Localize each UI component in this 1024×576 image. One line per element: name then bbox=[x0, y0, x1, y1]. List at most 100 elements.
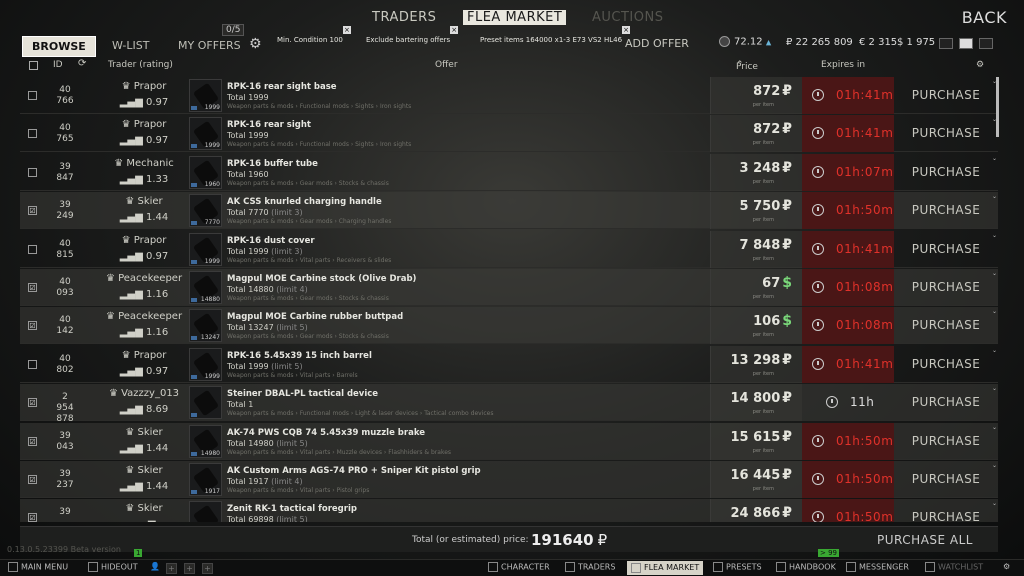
close-icon[interactable]: × bbox=[450, 26, 459, 34]
my-offers-tab[interactable]: MY OFFERS bbox=[178, 39, 241, 52]
row-checkbox[interactable]: ☑ bbox=[28, 398, 37, 408]
row-checkbox[interactable] bbox=[28, 91, 37, 100]
item-thumbnail[interactable]: 14980 bbox=[188, 423, 222, 460]
item-name[interactable]: AK-74 PWS CQB 74 5.45x39 muzzle brake bbox=[227, 428, 425, 438]
table-row[interactable]: 39 847 ♛ Mechanic ▂▄▆ 1.33 1960 RPK-16 buffer… bbox=[20, 153, 998, 191]
item-thumbnail[interactable]: 1999 bbox=[188, 115, 222, 152]
row-select[interactable]: ☑ bbox=[20, 423, 44, 460]
trader-cell[interactable]: ♛ Skier ▂▄▆ bbox=[100, 499, 188, 522]
item-name[interactable]: AK Custom Arms AGS-74 PRO + Sniper Kit p… bbox=[227, 466, 481, 476]
chevron-down-icon[interactable]: ⌄ bbox=[992, 385, 997, 392]
chevron-down-icon[interactable]: ⌄ bbox=[992, 424, 997, 431]
row-checkbox[interactable] bbox=[28, 129, 37, 139]
item-name[interactable]: Magpul MOE Carbine stock (Olive Drab) bbox=[227, 274, 416, 284]
back-button[interactable]: BACK bbox=[962, 8, 1007, 27]
plus-icon[interactable]: + bbox=[166, 563, 177, 574]
item-name[interactable]: RPK-16 rear sight base bbox=[227, 82, 337, 92]
purchase-button[interactable]: PURCHASE bbox=[894, 269, 998, 306]
item-name[interactable]: Zenit RK-1 tactical foregrip bbox=[227, 504, 357, 514]
traders-button[interactable]: TRADERS bbox=[565, 562, 615, 572]
trader-cell[interactable]: ♛ Prapor ▂▄▆ 0.97 bbox=[100, 77, 188, 114]
table-row[interactable]: 40 766 ♛ Prapor ▂▄▆ 0.97 1999 RPK-16 rear sig… bbox=[20, 77, 998, 114]
purchase-button[interactable]: PURCHASE bbox=[894, 154, 998, 191]
row-select[interactable]: ☑ bbox=[20, 192, 44, 229]
row-select[interactable]: ☑ bbox=[20, 384, 44, 421]
row-checkbox[interactable]: ☑ bbox=[28, 206, 37, 216]
purchase-button[interactable]: PURCHASE bbox=[894, 384, 998, 421]
purchase-button[interactable]: PURCHASE bbox=[894, 231, 998, 268]
table-row[interactable]: ☑ 39 043 ♛ Skier ▂▄▆ 1.44 14980 AK-74 PWS CQB … bbox=[20, 422, 998, 460]
table-row[interactable]: ☑ 2 954 878 ♛ Vazzzy_013 ▂▄▆ 8.69 Steiner DBAL… bbox=[20, 384, 998, 424]
wlist-tab[interactable]: W-LIST bbox=[112, 39, 149, 52]
item-name[interactable]: RPK-16 rear sight bbox=[227, 120, 311, 130]
presets-button[interactable]: PRESETS bbox=[713, 562, 762, 572]
trader-cell[interactable]: ♛ Skier ▂▄▆ 1.44 bbox=[100, 423, 188, 460]
row-select[interactable]: ☑ bbox=[20, 269, 44, 306]
chevron-down-icon[interactable]: ⌄ bbox=[992, 155, 997, 162]
row-checkbox[interactable] bbox=[28, 359, 37, 369]
handbook-button[interactable]: HANDBOOK bbox=[776, 562, 836, 572]
settings-icon[interactable]: ⚙ bbox=[1003, 562, 1010, 571]
chevron-down-icon[interactable]: ⌄ bbox=[992, 232, 997, 239]
trader-cell[interactable]: ♛ Skier ▂▄▆ 1.44 bbox=[100, 461, 188, 498]
purchase-all-button[interactable]: PURCHASE ALL bbox=[877, 533, 973, 547]
filter-chip[interactable]: Min. Condition 100 × bbox=[277, 26, 351, 44]
hideout-button[interactable]: HIDEOUT bbox=[88, 562, 138, 572]
refresh-icon[interactable]: ⟳ bbox=[78, 58, 86, 69]
row-checkbox[interactable]: ☑ bbox=[28, 283, 37, 292]
row-checkbox[interactable]: ☑ bbox=[28, 436, 37, 446]
trader-cell[interactable]: ♛ Prapor ▂▄▆ 0.97 bbox=[100, 115, 188, 152]
add-offer-button[interactable]: ADD OFFER bbox=[625, 37, 689, 50]
item-thumbnail[interactable]: 1960 bbox=[188, 154, 222, 191]
table-row[interactable]: 40 802 ♛ Prapor ▂▄▆ 0.97 1999 RPK-16 5.45x39 … bbox=[20, 345, 998, 383]
col-expires[interactable]: Expires in bbox=[821, 60, 865, 70]
item-name[interactable]: AK CSS knurled charging handle bbox=[227, 197, 382, 207]
item-thumbnail[interactable]: 13247 bbox=[188, 307, 222, 344]
character-button[interactable]: CHARACTER bbox=[488, 562, 550, 572]
scrollbar[interactable] bbox=[996, 77, 999, 137]
tab-traders[interactable]: TRADERS bbox=[372, 10, 436, 25]
trader-cell[interactable]: ♛ Peacekeeper ▂▄▆ 1.16 bbox=[100, 307, 188, 344]
chevron-down-icon[interactable]: ⌄ bbox=[992, 347, 997, 354]
tab-auctions[interactable]: AUCTIONS bbox=[592, 10, 663, 25]
purchase-button[interactable]: PURCHASE bbox=[894, 77, 998, 114]
filter-chip[interactable]: Preset items 164000 x1-3 E73 VS2 HL46 × bbox=[480, 26, 631, 44]
item-thumbnail[interactable] bbox=[188, 384, 222, 421]
plus-icon[interactable]: + bbox=[184, 563, 195, 574]
row-select[interactable] bbox=[20, 231, 44, 268]
close-icon[interactable]: × bbox=[622, 26, 631, 34]
row-select[interactable] bbox=[20, 115, 44, 152]
col-price[interactable]: Price ⌃ bbox=[736, 60, 758, 72]
purchase-button[interactable]: PURCHASE bbox=[894, 461, 998, 498]
row-select[interactable] bbox=[20, 77, 44, 114]
table-row[interactable]: ☑ 39 ♛ Skier ▂▄▆ Zenit RK-1 tactical foregr… bbox=[20, 499, 998, 522]
settings-icon[interactable]: ⚙ bbox=[976, 60, 984, 70]
row-checkbox[interactable] bbox=[28, 167, 37, 177]
chevron-down-icon[interactable]: ⌄ bbox=[992, 193, 997, 200]
trader-cell[interactable]: ♛ Peacekeeper ▂▄▆ 1.16 bbox=[100, 269, 188, 306]
item-name[interactable]: RPK-16 buffer tube bbox=[227, 159, 318, 169]
user-icon[interactable]: 👤 bbox=[150, 562, 160, 571]
purchase-button[interactable]: PURCHASE bbox=[894, 499, 998, 522]
watchlist-button[interactable]: WATCHLIST bbox=[925, 562, 983, 572]
purchase-button[interactable]: PURCHASE bbox=[894, 423, 998, 460]
row-select[interactable] bbox=[20, 154, 44, 191]
col-id[interactable]: ID bbox=[53, 60, 63, 70]
col-trader[interactable]: Trader (rating) bbox=[108, 60, 173, 70]
col-offer[interactable]: Offer bbox=[435, 60, 458, 70]
table-row[interactable]: ☑ 40 093 ♛ Peacekeeper ▂▄▆ 1.16 14880 Magpul M… bbox=[20, 269, 998, 306]
item-thumbnail[interactable]: 7770 bbox=[188, 192, 222, 229]
trader-cell[interactable]: ♛ Prapor ▂▄▆ 0.97 bbox=[100, 231, 188, 268]
table-row[interactable]: 40 815 ♛ Prapor ▂▄▆ 0.97 1999 RPK-16 dust cov… bbox=[20, 230, 998, 268]
item-name[interactable]: RPK-16 5.45x39 15 inch barrel bbox=[227, 351, 372, 361]
plus-icon[interactable]: + bbox=[202, 563, 213, 574]
chevron-down-icon[interactable]: ⌄ bbox=[992, 308, 997, 315]
item-thumbnail[interactable] bbox=[188, 499, 222, 522]
item-thumbnail[interactable]: 14880 bbox=[188, 269, 222, 306]
flea-market-button[interactable]: FLEA MARKET bbox=[627, 561, 704, 575]
row-checkbox[interactable]: ☑ bbox=[28, 321, 37, 331]
item-thumbnail[interactable]: 1999 bbox=[188, 231, 222, 268]
item-name[interactable]: Steiner DBAL-PL tactical device bbox=[227, 389, 378, 399]
row-checkbox[interactable] bbox=[28, 244, 37, 254]
trader-cell[interactable]: ♛ Vazzzy_013 ▂▄▆ 8.69 bbox=[100, 384, 188, 421]
